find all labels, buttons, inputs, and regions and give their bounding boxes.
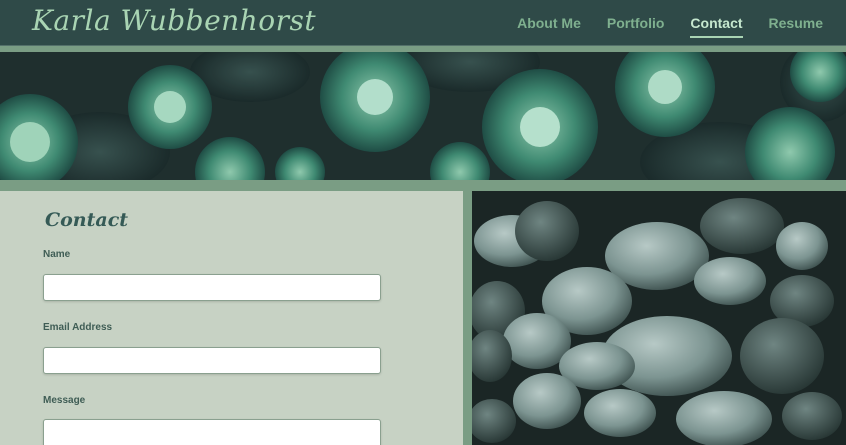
- river-stones-image: [472, 191, 846, 445]
- contact-form-panel: Contact Name Email Address Message: [0, 191, 463, 445]
- message-label: Message: [43, 395, 86, 406]
- name-label: Name: [43, 249, 71, 260]
- nav-link-contact[interactable]: Contact: [690, 11, 743, 38]
- nav-link-about-me[interactable]: About Me: [517, 11, 581, 35]
- name-input[interactable]: [43, 274, 381, 301]
- site-logo[interactable]: Karla Wubbenhorst: [32, 4, 316, 37]
- nav-link-resume[interactable]: Resume: [769, 11, 823, 35]
- site-header: Karla Wubbenhorst About Me Portfolio Con…: [0, 0, 846, 46]
- main-nav: About Me Portfolio Contact Resume: [517, 0, 846, 46]
- email-label: Email Address: [43, 322, 113, 333]
- message-input[interactable]: [43, 419, 381, 445]
- email-input[interactable]: [43, 347, 381, 374]
- contact-heading: Contact: [45, 209, 129, 231]
- nav-link-portfolio[interactable]: Portfolio: [607, 11, 665, 35]
- hero-banner-image: [0, 52, 846, 180]
